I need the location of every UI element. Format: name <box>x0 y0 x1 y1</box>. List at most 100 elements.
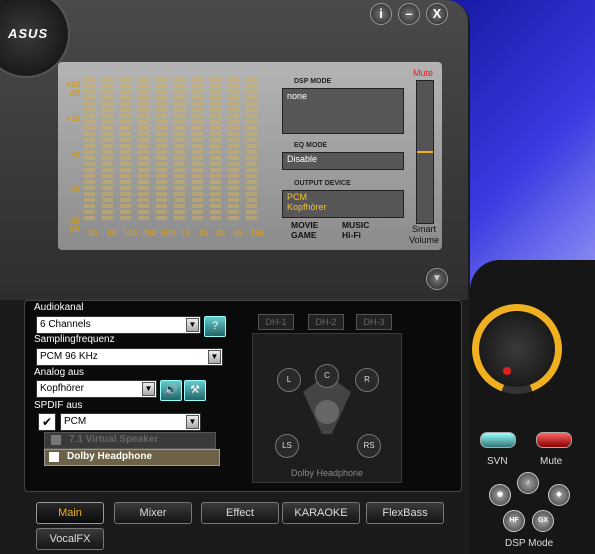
eq-mode-value: Disable <box>287 154 318 164</box>
tab-main[interactable]: Main <box>36 502 104 524</box>
equalizer-panel: +20 dB +10 +0 -10 -20 dB 30 60 120 250 5… <box>58 62 442 250</box>
virtual-speaker-row[interactable]: 7.1 Virtual Speaker <box>44 432 216 449</box>
eq-bar[interactable] <box>192 78 203 222</box>
chevron-down-icon[interactable]: ▼ <box>208 350 221 364</box>
volume-thumb[interactable] <box>417 151 433 153</box>
db-label-minus10: -10 <box>68 184 80 193</box>
dsp-game-icon[interactable]: ◆ <box>548 484 570 506</box>
dsp-hf-button[interactable]: HF <box>503 510 525 532</box>
chevron-down-icon[interactable]: ▼ <box>186 415 199 429</box>
spdif-value: PCM <box>64 416 87 427</box>
mute-toggle[interactable] <box>536 432 572 448</box>
tab-flexbass[interactable]: FlexBass <box>366 502 444 524</box>
eq-bar[interactable] <box>228 78 239 222</box>
tab-karaoke[interactable]: KARAOKE <box>282 502 360 524</box>
svn-label: SVN <box>487 456 508 467</box>
audiokanal-select[interactable]: 6 Channels ▼ <box>36 316 201 334</box>
eq-bar[interactable] <box>246 78 257 222</box>
sampling-value: PCM 96 KHz <box>40 351 98 362</box>
band-16k: 16k <box>250 228 265 238</box>
dolby-headphone-label: Dolby Headphone <box>67 451 153 462</box>
band-8k: 8k <box>234 228 244 238</box>
chevron-down-icon[interactable]: ▼ <box>186 318 199 332</box>
db-label-plus10: +10 <box>66 114 80 123</box>
mode-music[interactable]: MUSIC <box>342 220 369 230</box>
mode-movie[interactable]: MOVIE <box>291 220 318 230</box>
sampling-select[interactable]: PCM 96 KHz ▼ <box>36 348 223 366</box>
speaker-r[interactable]: R <box>355 368 379 392</box>
knob-indicator <box>503 367 511 375</box>
dolby-headphone-checkbox[interactable] <box>49 452 59 462</box>
db-label-minus20: -20 dB <box>68 216 80 234</box>
minimize-button[interactable]: – <box>398 3 420 25</box>
mode-game[interactable]: GAME <box>291 230 317 240</box>
band-4k: 4k <box>216 228 226 238</box>
dolby-headphone-caption: Dolby Headphone <box>290 468 364 478</box>
virtual-speaker-label: 7.1 Virtual Speaker <box>69 434 159 445</box>
eq-bar[interactable] <box>210 78 221 222</box>
band-500: 500 <box>161 228 176 238</box>
dsp-gx-button[interactable]: GX <box>532 510 554 532</box>
eq-bars[interactable] <box>84 78 262 226</box>
speaker-c[interactable]: C <box>315 364 339 388</box>
eq-bar[interactable] <box>156 78 167 222</box>
speaker-l[interactable]: L <box>277 368 301 392</box>
close-button[interactable]: X <box>426 3 448 25</box>
audiokanal-label: Audiokanal <box>34 302 84 313</box>
mute-label[interactable]: Mute <box>413 68 433 78</box>
dh1-button[interactable]: DH-1 <box>258 314 294 330</box>
output-device-box: PCM Kopfhörer <box>282 190 404 218</box>
info-button[interactable]: i <box>370 3 392 25</box>
dsp-mode-value: none <box>287 91 308 101</box>
output-device-label: OUTPUT DEVICE <box>294 180 351 187</box>
tools-icon[interactable]: ⚒ <box>184 380 206 401</box>
db-label-0: +0 <box>70 150 80 159</box>
audiokanal-value: 6 Channels <box>40 319 91 330</box>
eq-mode-box[interactable]: Disable <box>282 152 404 170</box>
eq-mode-label: EQ MODE <box>294 142 328 149</box>
band-1k: 1k <box>181 228 191 238</box>
band-30: 30 <box>88 228 98 238</box>
tab-effect[interactable]: Effect <box>201 502 279 524</box>
volume-knob-area <box>470 260 595 554</box>
listener-head-icon <box>315 400 339 424</box>
eq-bar[interactable] <box>84 78 95 222</box>
dsp-music-icon[interactable]: ♪ <box>517 472 539 494</box>
dh3-button[interactable]: DH-3 <box>356 314 392 330</box>
dh2-button[interactable]: DH-2 <box>308 314 344 330</box>
speaker-rs[interactable]: RS <box>357 434 381 458</box>
smart-volume-label[interactable]: Smart Volume <box>406 224 442 246</box>
mute-toggle-label: Mute <box>540 456 563 467</box>
volume-knob[interactable] <box>479 311 555 387</box>
svn-toggle[interactable] <box>480 432 516 448</box>
db-label-plus20: +20 dB <box>66 80 80 98</box>
output-device-line2: Kopfhörer <box>287 202 327 212</box>
speaker-field: C L R LS RS Dolby Headphone <box>252 333 402 483</box>
analog-select[interactable]: Kopfhörer ▼ <box>36 380 157 398</box>
speaker-icon[interactable]: 🔊 <box>160 380 182 401</box>
chevron-down-icon[interactable]: ▼ <box>142 382 155 396</box>
analog-value: Kopfhörer <box>40 383 84 394</box>
tab-vocalfx[interactable]: VocalFX <box>36 528 104 550</box>
eq-bar[interactable] <box>138 78 149 222</box>
output-device-line1: PCM <box>287 192 307 202</box>
dolby-headphone-row[interactable]: Dolby Headphone <box>44 449 220 466</box>
virtual-speaker-checkbox[interactable] <box>51 435 61 445</box>
dsp-movie-icon[interactable]: ◉ <box>489 484 511 506</box>
speaker-ls[interactable]: LS <box>275 434 299 458</box>
spdif-label: SPDIF aus <box>34 400 83 411</box>
analog-label: Analog aus <box>34 367 85 378</box>
mode-hifi[interactable]: Hi-Fi <box>342 230 361 240</box>
spdif-checkbox[interactable]: ✔ <box>38 413 56 431</box>
eq-bar[interactable] <box>102 78 113 222</box>
help-button[interactable]: ? <box>204 316 226 337</box>
eq-bar[interactable] <box>174 78 185 222</box>
eq-bar[interactable] <box>120 78 131 222</box>
tab-mixer[interactable]: Mixer <box>114 502 192 524</box>
volume-slider[interactable] <box>416 80 434 224</box>
band-2k: 2k <box>199 228 209 238</box>
dsp-mode-box: none <box>282 88 404 134</box>
band-120: 120 <box>123 228 138 238</box>
spdif-select[interactable]: PCM ▼ <box>60 413 201 431</box>
expand-down-icon[interactable]: ▼ <box>426 268 448 290</box>
